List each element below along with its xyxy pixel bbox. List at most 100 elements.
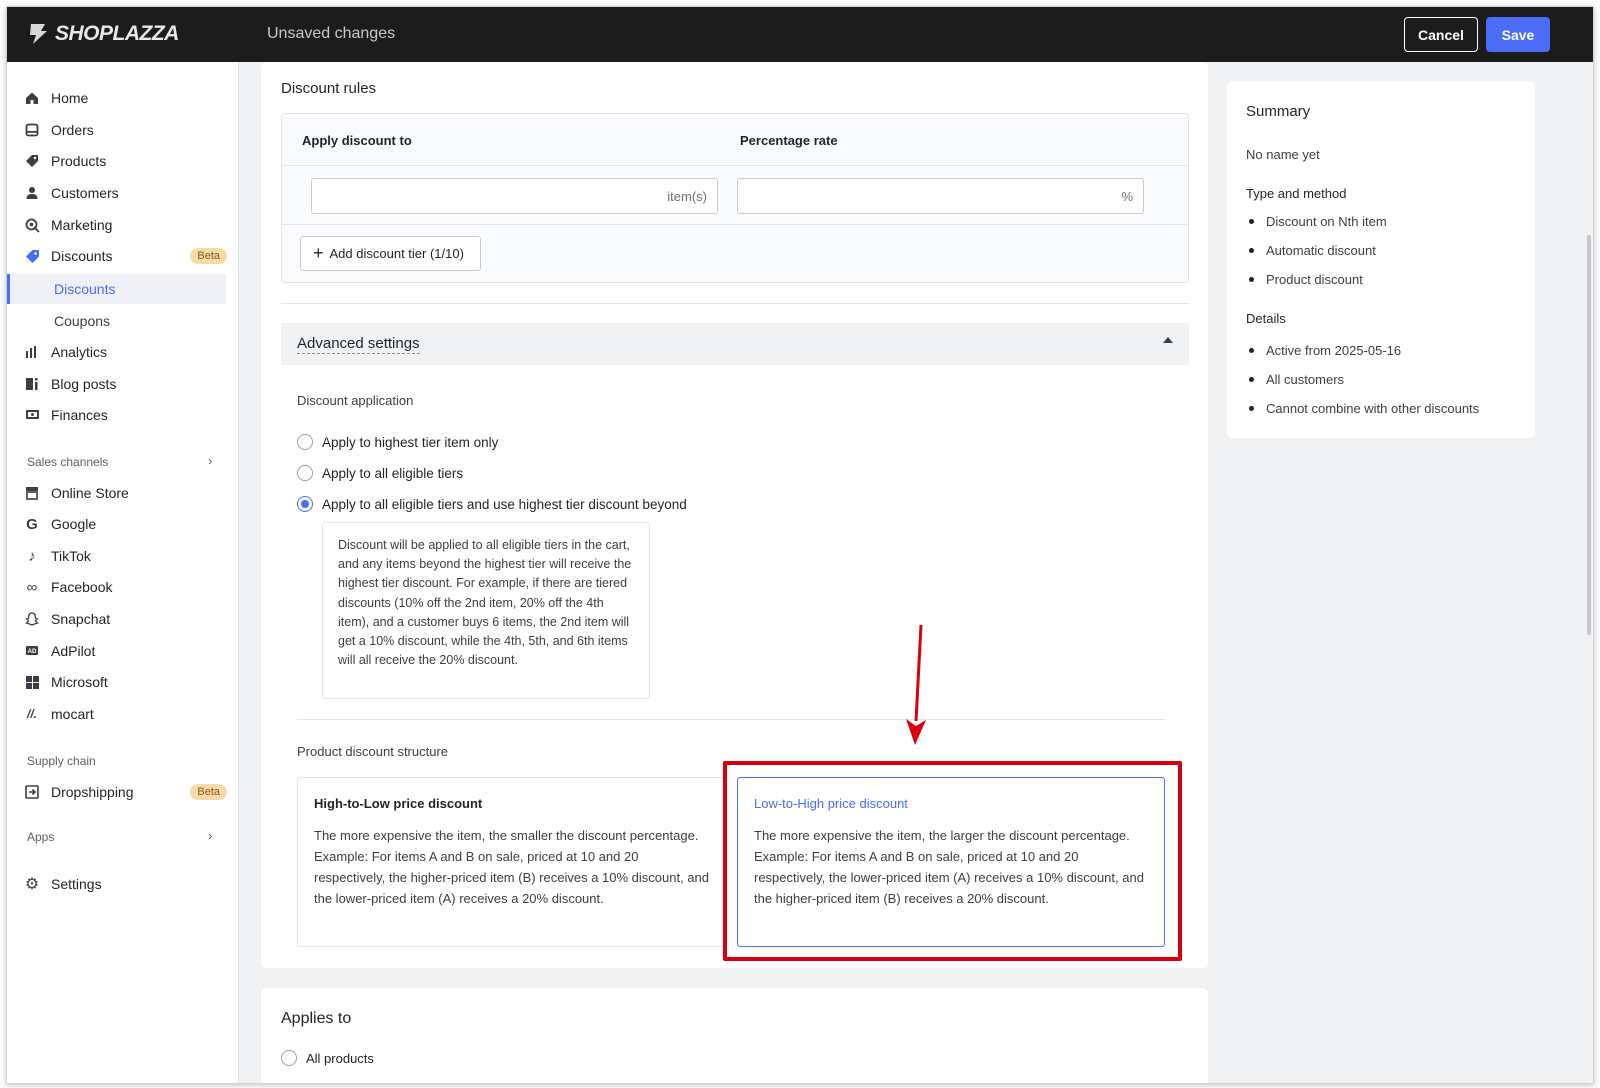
add-tier-label: Add discount tier (1/10) xyxy=(329,246,464,261)
sidebar-item-orders[interactable]: Orders xyxy=(23,116,227,144)
sidebar-subitem-label: Coupons xyxy=(54,313,111,329)
sidebar-subitem-coupons[interactable]: Coupons xyxy=(7,306,226,336)
applies-to-title: Applies to xyxy=(281,1010,352,1027)
sidebar-item-label: Orders xyxy=(51,122,94,138)
option-all-tiers-highest-beyond[interactable]: Apply to all eligible tiers and use high… xyxy=(297,496,687,512)
arrow-down-icon xyxy=(906,624,926,745)
save-button[interactable]: Save xyxy=(1486,17,1550,52)
percentage-rate-header: Percentage rate xyxy=(740,133,838,148)
sidebar-item-google[interactable]: G Google xyxy=(23,510,227,538)
radio-button[interactable] xyxy=(297,434,313,450)
sidebar-item-label: AdPilot xyxy=(51,643,96,659)
sidebar-item-blog-posts[interactable]: Blog posts xyxy=(23,370,227,398)
beta-badge: Beta xyxy=(190,784,227,800)
summary-list-item: Product discount xyxy=(1249,272,1363,287)
option-all-products[interactable]: All products xyxy=(281,1050,374,1066)
divider xyxy=(297,719,1165,720)
marketing-icon xyxy=(23,216,41,234)
items-suffix: item(s) xyxy=(667,189,707,204)
plus-icon: + xyxy=(313,243,324,263)
highlight-box xyxy=(723,761,1182,961)
sidebar-item-label: Settings xyxy=(51,876,102,892)
sidebar-item-label: Microsoft xyxy=(51,674,108,690)
sidebar-item-label: Finances xyxy=(51,407,108,423)
sidebar-item-label: Home xyxy=(51,90,89,106)
chevron-right-icon[interactable]: › xyxy=(208,828,212,843)
item-count-input[interactable]: item(s) xyxy=(311,178,718,214)
radio-label: Apply to all eligible tiers xyxy=(322,465,464,481)
sidebar-item-adpilot[interactable]: AD AdPilot xyxy=(23,637,227,665)
sidebar-item-label: Discounts xyxy=(51,248,113,264)
sidebar-item-customers[interactable]: Customers xyxy=(23,179,227,207)
sidebar-item-finances[interactable]: Finances xyxy=(23,401,227,429)
brand-logo[interactable]: SHOPLAZZA xyxy=(27,22,179,46)
sidebar-subitem-label: Discounts xyxy=(54,281,116,297)
sidebar-item-products[interactable]: Products xyxy=(23,147,227,175)
vertical-scrollbar[interactable] xyxy=(1587,235,1591,635)
tag-icon xyxy=(23,152,41,170)
radio-button[interactable] xyxy=(281,1050,297,1066)
beta-badge: Beta xyxy=(190,248,227,264)
summary-list-item: All customers xyxy=(1249,372,1344,387)
percentage-rate-input[interactable]: % xyxy=(737,178,1144,214)
details-heading: Details xyxy=(1246,311,1286,326)
option-highest-tier-only[interactable]: Apply to highest tier item only xyxy=(297,434,498,450)
advanced-settings-header[interactable]: Advanced settings xyxy=(281,323,1189,365)
divider xyxy=(281,303,1189,304)
sidebar-subitem-discounts[interactable]: Discounts xyxy=(7,274,226,304)
radio-label: All products xyxy=(306,1050,374,1066)
summary-list-item: Discount on Nth item xyxy=(1249,214,1387,229)
sidebar-item-label: Analytics xyxy=(51,344,108,360)
discount-rules-title: Discount rules xyxy=(281,80,377,97)
sidebar-item-label: Google xyxy=(51,516,97,532)
sidebar-item-discounts[interactable]: Discounts Beta xyxy=(23,242,227,270)
sidebar-item-label: Facebook xyxy=(51,579,113,595)
percent-suffix: % xyxy=(1121,189,1133,204)
sidebar-item-facebook[interactable]: ∞ Facebook xyxy=(23,573,227,601)
option-all-eligible-tiers[interactable]: Apply to all eligible tiers xyxy=(297,465,463,481)
discount-tier-table: Apply discount to Percentage rate item(s… xyxy=(281,113,1189,283)
radio-label: Apply to all eligible tiers and use high… xyxy=(322,496,687,512)
sidebar-item-snapchat[interactable]: Snapchat xyxy=(23,605,227,633)
sidebar-item-label: Dropshipping xyxy=(51,784,134,800)
add-discount-tier-button[interactable]: + Add discount tier (1/10) xyxy=(300,236,481,271)
adpilot-icon: AD xyxy=(23,642,41,660)
sidebar-item-online-store[interactable]: Online Store xyxy=(23,479,227,507)
high-to-low-option-card[interactable]: High-to-Low price discount The more expe… xyxy=(297,777,727,947)
discount-tag-icon xyxy=(23,247,41,265)
sidebar-item-label: Customers xyxy=(51,185,119,201)
cancel-button[interactable]: Cancel xyxy=(1404,17,1478,52)
unsaved-status: Unsaved changes xyxy=(267,25,396,42)
sidebar-item-analytics[interactable]: Analytics xyxy=(23,338,227,366)
caret-up-icon[interactable] xyxy=(1163,337,1173,343)
radio-label: Apply to highest tier item only xyxy=(322,434,499,450)
sidebar: Home Orders Products Customers Marketing… xyxy=(7,62,239,1083)
summary-title: Summary xyxy=(1246,103,1311,120)
tier-table-header: Apply discount to Percentage rate xyxy=(282,114,1188,166)
sidebar-item-settings[interactable]: ⚙ Settings xyxy=(23,870,227,898)
summary-list-item: Cannot combine with other discounts xyxy=(1249,401,1479,416)
divider xyxy=(282,224,1188,225)
brand-name: SHOPLAZZA xyxy=(55,22,179,45)
sidebar-item-dropshipping[interactable]: Dropshipping Beta xyxy=(23,778,227,806)
dropshipping-icon xyxy=(23,783,41,801)
radio-button-selected[interactable] xyxy=(297,496,313,512)
top-bar: SHOPLAZZA Unsaved changes Cancel Save xyxy=(7,7,1593,62)
sidebar-item-label: Blog posts xyxy=(51,376,117,392)
applies-to-card xyxy=(261,988,1208,1083)
option-description: The more expensive the item, the smaller… xyxy=(314,828,710,906)
snapchat-icon xyxy=(23,610,41,628)
chevron-right-icon[interactable]: › xyxy=(208,453,212,468)
home-icon xyxy=(23,89,41,107)
sidebar-item-microsoft[interactable]: Microsoft xyxy=(23,668,227,696)
meta-icon: ∞ xyxy=(26,578,38,596)
radio-button[interactable] xyxy=(297,465,313,481)
sidebar-item-tiktok[interactable]: ♪ TikTok xyxy=(23,542,227,570)
sidebar-item-mocart[interactable]: //. mocart xyxy=(23,700,227,728)
sidebar-item-label: Snapchat xyxy=(51,611,111,627)
sidebar-item-home[interactable]: Home xyxy=(23,84,227,112)
sidebar-item-marketing[interactable]: Marketing xyxy=(23,211,227,239)
microsoft-icon xyxy=(23,673,41,691)
person-icon xyxy=(23,184,41,202)
option-title: High-to-Low price discount xyxy=(314,796,483,811)
